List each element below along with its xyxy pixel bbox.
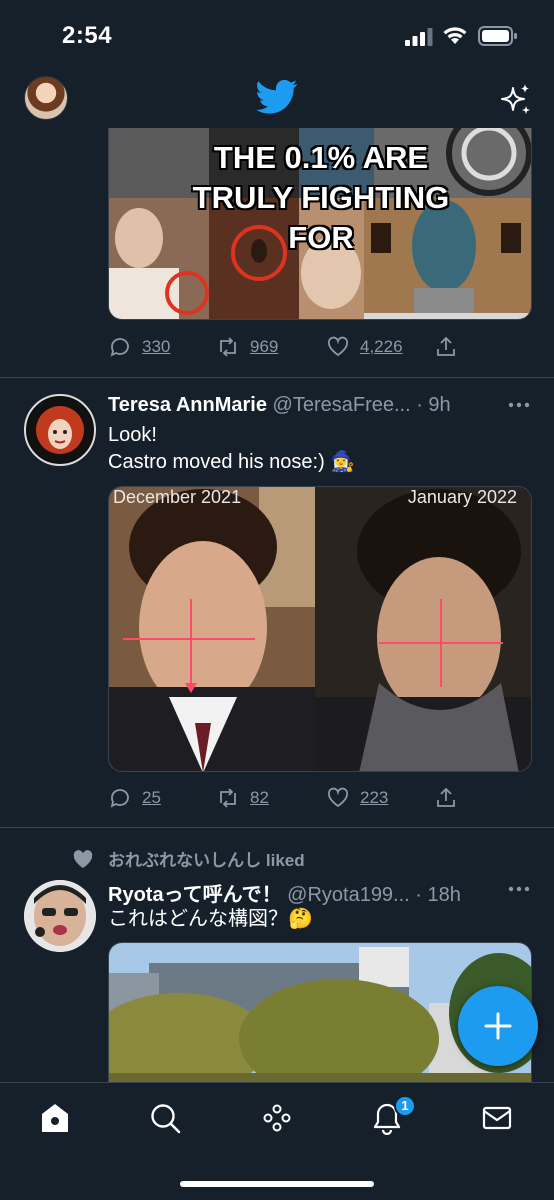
- author-name[interactable]: Ryotaって呼んで！: [108, 884, 282, 906]
- twitter-bird-icon[interactable]: [256, 79, 298, 115]
- status-bar: 2:54: [0, 0, 554, 70]
- tweet-text-line: Castro moved his nose:) 🧙‍♀️: [108, 451, 356, 473]
- tweet-text-line: これはどんな構図？🤔: [108, 908, 313, 930]
- reply-count: 25: [142, 788, 161, 807]
- home-icon[interactable]: [38, 1101, 72, 1135]
- cellular-signal-icon: [405, 28, 433, 46]
- retweet-icon: [220, 337, 236, 357]
- like-count: 4,226: [360, 337, 403, 356]
- reply-icon: [110, 789, 129, 808]
- share-button[interactable]: [434, 332, 468, 362]
- author-name[interactable]: Teresa AnnMarie: [108, 394, 267, 416]
- avatar-illustration: [24, 880, 96, 952]
- author-handle-time: @TeresaFree... · 9h: [272, 394, 451, 416]
- social-context: おれぶれないしんし liked: [72, 846, 305, 871]
- share-icon: [437, 336, 455, 356]
- notifications-badge: 1: [394, 1095, 416, 1117]
- bottom-tab-bar: 1: [0, 1082, 554, 1200]
- author-handle-time: @Ryota199... · 18h: [287, 884, 461, 906]
- author-avatar[interactable]: [24, 880, 96, 952]
- battery-icon: [478, 26, 517, 46]
- sparkle-icon[interactable]: [498, 82, 532, 116]
- home-timeline[interactable]: THE 0.1% ARE TRULY FIGHTING FOR 330 969 …: [0, 128, 554, 1082]
- like-button[interactable]: 4,226: [326, 332, 403, 362]
- author-avatar[interactable]: [24, 394, 96, 466]
- plus-icon: [484, 1012, 512, 1040]
- tweet-card[interactable]: THE 0.1% ARE TRULY FIGHTING FOR 330 969 …: [0, 128, 554, 378]
- compose-tweet-button[interactable]: [458, 986, 538, 1066]
- tweet-header: Ryotaって呼んで！ @Ryota199... · 18h: [108, 878, 461, 907]
- messages-envelope-icon[interactable]: [480, 1101, 514, 1135]
- wifi-icon: [443, 27, 467, 44]
- tweet-actions: 25 82 223: [108, 783, 532, 813]
- media-label-left: December 2021: [113, 487, 242, 507]
- share-button[interactable]: [434, 783, 468, 813]
- tweet-media-image[interactable]: December 2021 January 2022: [108, 486, 532, 772]
- retweet-count: 82: [250, 788, 269, 807]
- avatar-illustration: [27, 397, 93, 463]
- retweet-button[interactable]: 82: [216, 783, 269, 813]
- media-label-right: January 2022: [407, 487, 517, 507]
- heart-icon: [327, 787, 349, 808]
- retweet-icon: [220, 788, 236, 808]
- reply-icon: [110, 338, 129, 357]
- search-icon[interactable]: [148, 1101, 182, 1135]
- home-indicator: [180, 1181, 374, 1187]
- top-navigation: [0, 70, 554, 128]
- tweet-text-line: Look!: [108, 424, 157, 446]
- comparison-photo: [109, 487, 531, 771]
- tweet-media-image[interactable]: THE 0.1% ARE TRULY FIGHTING FOR: [108, 128, 532, 320]
- tweet-card[interactable]: Teresa AnnMarie @TeresaFree... · 9h Look…: [0, 378, 554, 828]
- status-time: 2:54: [62, 22, 113, 49]
- reply-count: 330: [142, 337, 171, 356]
- heart-icon: [327, 336, 349, 357]
- more-options-icon[interactable]: [508, 402, 530, 408]
- reply-button[interactable]: 330: [108, 332, 170, 362]
- reply-button[interactable]: 25: [108, 783, 161, 813]
- tweet-header: Teresa AnnMarie @TeresaFree... · 9h: [108, 394, 451, 417]
- heart-filled-icon: [73, 849, 93, 868]
- media-overlay-text: THE 0.1% ARE TRULY FIGHTING FOR: [192, 140, 450, 255]
- more-options-icon[interactable]: [508, 886, 530, 892]
- profile-avatar-button[interactable]: [24, 76, 68, 120]
- retweet-button[interactable]: 969: [216, 332, 278, 362]
- social-context-text: おれぶれないしんし liked: [108, 851, 305, 870]
- retweet-count: 969: [250, 337, 279, 356]
- like-count: 223: [360, 788, 389, 807]
- spaces-icon[interactable]: [260, 1101, 294, 1135]
- share-icon: [437, 787, 455, 807]
- like-button[interactable]: 223: [326, 783, 388, 813]
- tweet-actions: 330 969 4,226: [108, 332, 532, 362]
